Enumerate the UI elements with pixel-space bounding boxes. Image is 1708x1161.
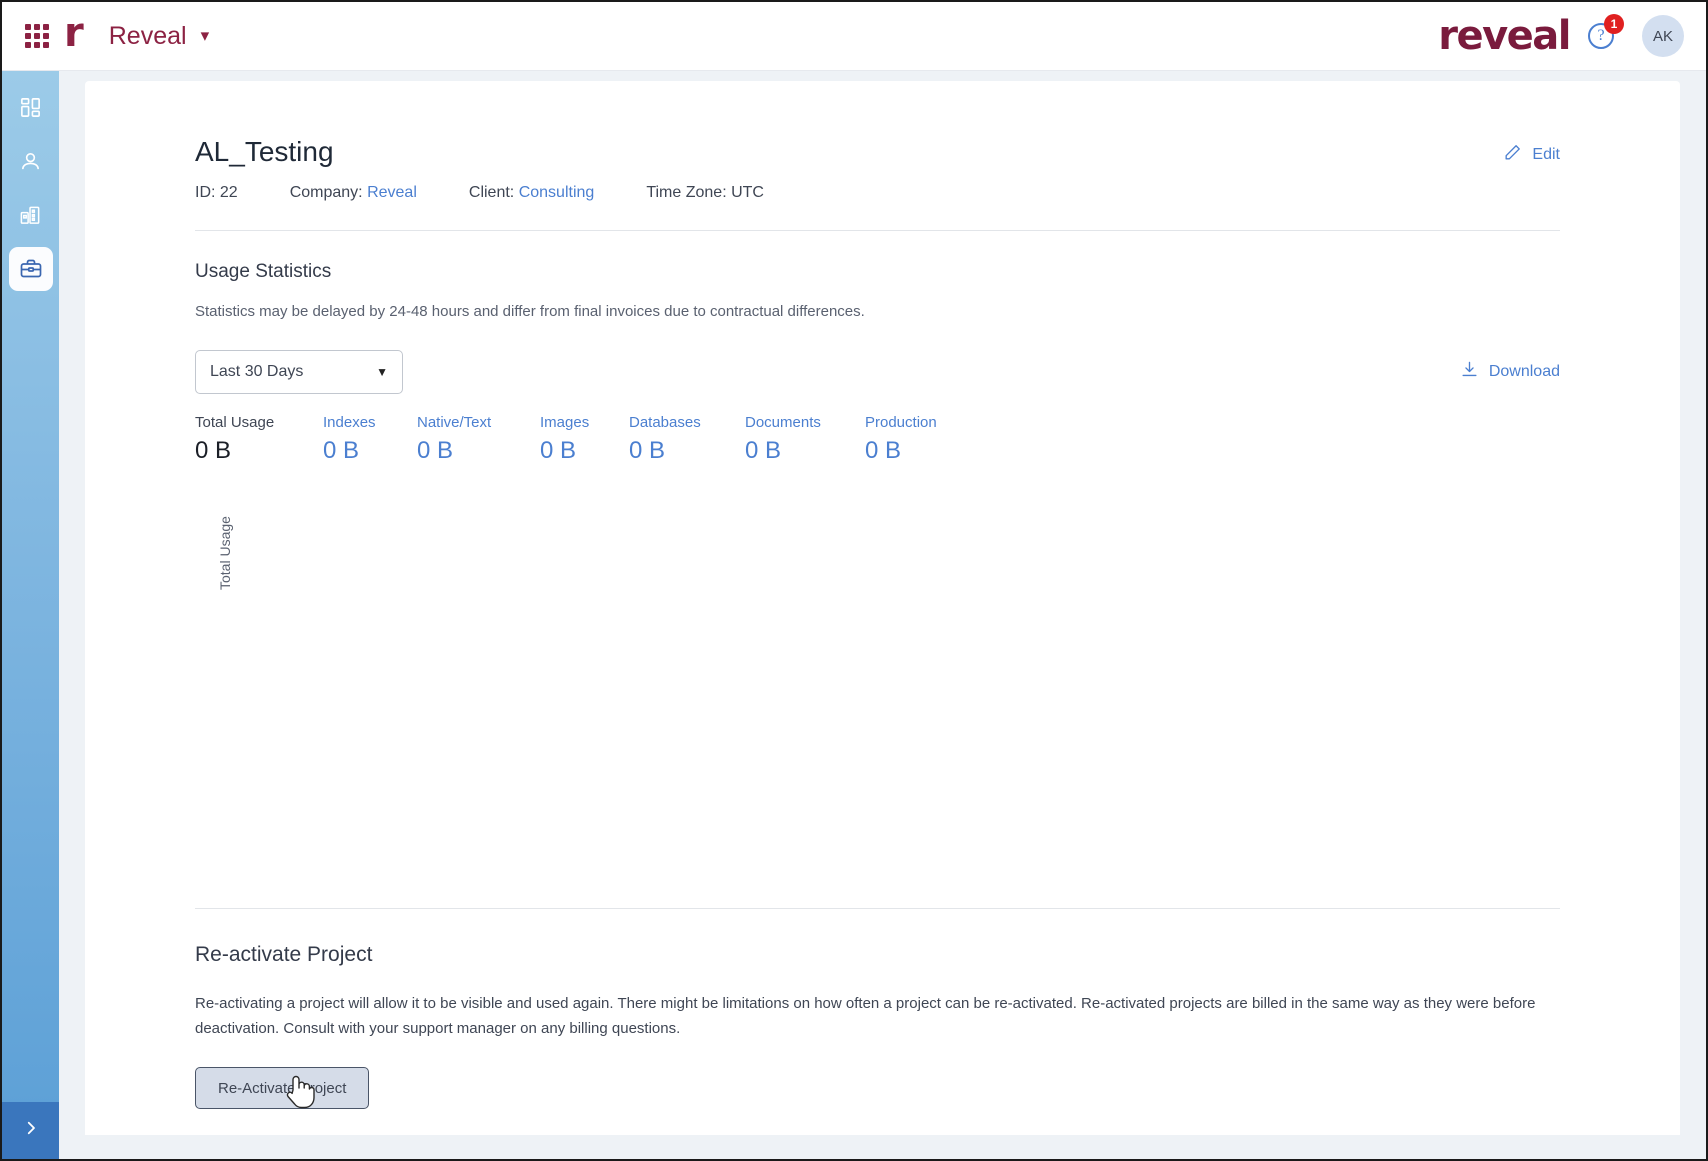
sidebar-item-users[interactable] <box>9 139 53 183</box>
app-root: r Reveal ▾ reveal ? 1 AK <box>0 0 1708 1161</box>
usage-stat-label: Native/Text <box>417 414 491 431</box>
meta-timezone-label: Time Zone: <box>646 184 726 201</box>
page-container: AL_Testing ID: 22 Company: Reveal <box>59 71 1706 1159</box>
briefcase-icon <box>19 257 43 281</box>
project-header: AL_Testing ID: 22 Company: Reveal <box>195 137 1560 202</box>
usage-stat-value: 0 B <box>195 437 274 465</box>
usage-stat-label: Indexes <box>323 414 376 431</box>
sidebar-item-dashboard[interactable] <box>9 85 53 129</box>
meta-id: ID: 22 <box>195 184 238 202</box>
usage-stat-value: 0 B <box>865 437 937 465</box>
usage-stat-production[interactable]: Production 0 B <box>865 414 937 465</box>
dashboard-icon <box>19 96 42 119</box>
sidebar <box>2 71 59 1159</box>
user-icon <box>19 150 42 173</box>
date-range-value: Last 30 Days <box>210 363 303 381</box>
usage-stat-value: 0 B <box>323 437 376 465</box>
avatar[interactable]: AK <box>1642 15 1684 57</box>
meta-client: Client: Consulting <box>469 184 594 202</box>
sidebar-item-projects[interactable] <box>9 247 53 291</box>
usage-controls-row: Last 30 Days ▼ Download <box>195 350 1560 394</box>
meta-timezone-value: UTC <box>731 184 764 201</box>
usage-stat-documents[interactable]: Documents 0 B <box>745 414 821 465</box>
page-title: AL_Testing <box>195 137 764 168</box>
chevron-down-icon[interactable]: ▾ <box>201 26 210 46</box>
header-divider <box>195 230 1560 231</box>
usage-statistics-subtext: Statistics may be delayed by 24-48 hours… <box>195 303 1560 320</box>
reveal-mark-icon[interactable]: r <box>64 13 83 53</box>
project-meta: ID: 22 Company: Reveal Client: Consultin… <box>195 184 764 202</box>
top-bar-right: reveal ? 1 AK <box>1438 15 1684 57</box>
meta-client-value[interactable]: Consulting <box>519 184 595 201</box>
usage-stat-value: 0 B <box>540 437 589 465</box>
meta-company: Company: Reveal <box>290 184 417 202</box>
usage-stat-indexes[interactable]: Indexes 0 B <box>323 414 376 465</box>
date-range-select[interactable]: Last 30 Days ▼ <box>195 350 403 394</box>
caret-down-icon: ▼ <box>376 365 388 379</box>
usage-stat-label: Documents <box>745 414 821 431</box>
usage-stat-images[interactable]: Images 0 B <box>540 414 589 465</box>
usage-stat-label: Databases <box>629 414 701 431</box>
meta-id-value: 22 <box>220 184 238 201</box>
download-label: Download <box>1489 363 1560 381</box>
reactivate-description: Re-activating a project will allow it to… <box>195 991 1543 1041</box>
meta-timezone: Time Zone: UTC <box>646 184 764 202</box>
usage-chart: Total Usage <box>195 512 1560 882</box>
download-button[interactable]: Download <box>1460 360 1560 384</box>
edit-button[interactable]: Edit <box>1503 137 1560 167</box>
usage-stat-value: 0 B <box>629 437 701 465</box>
chevron-right-icon <box>22 1119 40 1142</box>
app-name-label[interactable]: Reveal <box>109 22 187 51</box>
sidebar-expand-button[interactable] <box>2 1102 59 1159</box>
usage-stat-native-text[interactable]: Native/Text 0 B <box>417 414 491 465</box>
usage-stat-total-usage: Total Usage 0 B <box>195 414 274 465</box>
usage-stat-databases[interactable]: Databases 0 B <box>629 414 701 465</box>
usage-stat-label: Total Usage <box>195 414 274 431</box>
usage-stat-value: 0 B <box>417 437 491 465</box>
top-bar: r Reveal ▾ reveal ? 1 AK <box>2 2 1706 71</box>
meta-id-label: ID: <box>195 184 215 201</box>
meta-company-label: Company: <box>290 184 363 201</box>
usage-stat-label: Images <box>540 414 589 431</box>
content-card: AL_Testing ID: 22 Company: Reveal <box>85 81 1680 1135</box>
reveal-logo: reveal <box>1438 16 1570 56</box>
building-icon <box>19 204 42 227</box>
edit-label: Edit <box>1532 146 1560 164</box>
chart-y-axis-label: Total Usage <box>217 516 233 590</box>
project-header-text: AL_Testing ID: 22 Company: Reveal <box>195 137 764 202</box>
apps-grid-icon[interactable] <box>24 23 50 49</box>
help-button[interactable]: ? 1 <box>1588 23 1614 49</box>
re-activate-project-button[interactable]: Re-Activate Project <box>195 1067 369 1109</box>
usage-statistics-heading: Usage Statistics <box>195 261 1560 283</box>
reactivate-heading: Re-activate Project <box>195 943 1560 967</box>
reactivate-divider <box>195 908 1560 909</box>
help-notification-badge: 1 <box>1604 14 1624 34</box>
sidebar-item-companies[interactable] <box>9 193 53 237</box>
usage-stat-value: 0 B <box>745 437 821 465</box>
download-icon <box>1460 360 1479 384</box>
meta-company-value[interactable]: Reveal <box>367 184 417 201</box>
meta-client-label: Client: <box>469 184 514 201</box>
pencil-icon <box>1503 143 1522 167</box>
usage-stat-label: Production <box>865 414 937 431</box>
usage-stats-row: Total Usage0 BIndexes0 BNative/Text0 BIm… <box>195 414 1560 476</box>
content-inner: AL_Testing ID: 22 Company: Reveal <box>85 137 1680 1109</box>
